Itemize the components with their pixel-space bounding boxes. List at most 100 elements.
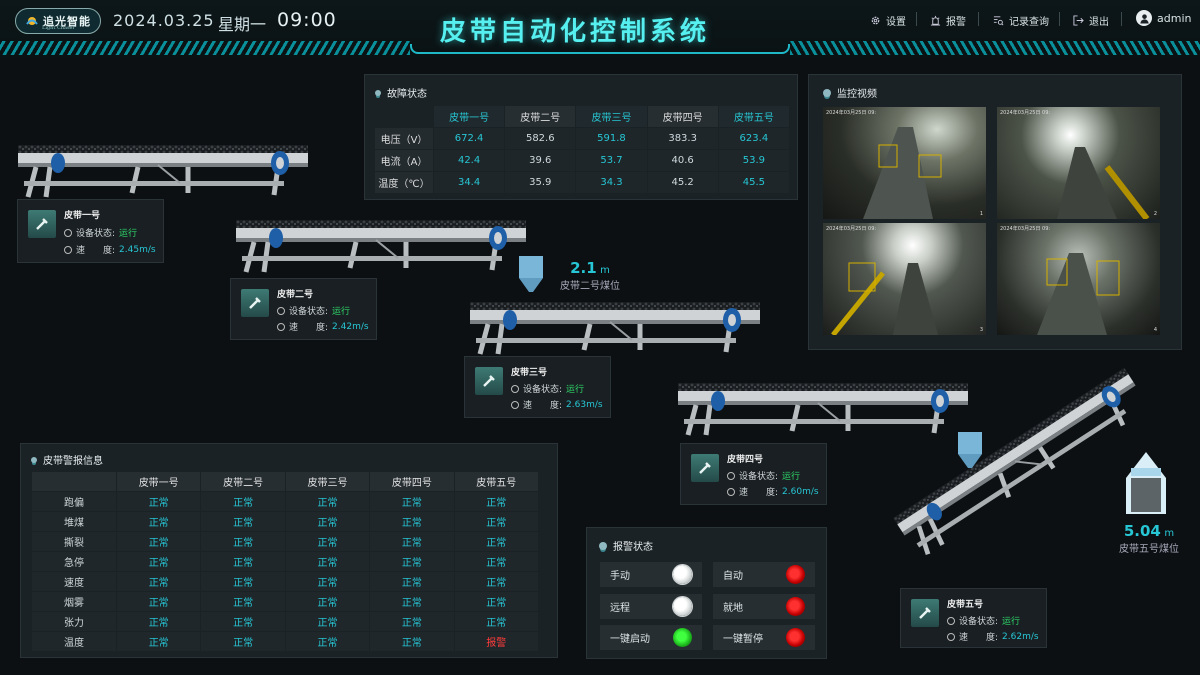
conveyor-belt-5 (893, 368, 1151, 559)
user-menu[interactable]: admin (1136, 10, 1191, 26)
alarm-icon (930, 15, 941, 26)
one-key-start-button[interactable]: 一键启动 (600, 625, 702, 650)
alarm-cell: 正常 (285, 492, 370, 511)
alarm-cell: 正常 (201, 532, 285, 551)
table-cell: 383.3 (647, 128, 718, 149)
table-cell: 45.5 (718, 172, 789, 193)
camera-view-image (1057, 147, 1150, 219)
conveyor-belt-1 (18, 145, 308, 197)
video-feed-4[interactable]: 2024年03月25日 09: 4 (997, 223, 1160, 335)
table-row: 电流（A） 42.4 39.6 53.7 40.6 53.9 (375, 150, 789, 171)
mode-manual[interactable]: 手动 (600, 562, 702, 587)
settings-button[interactable]: 设置 (870, 13, 906, 28)
belt-status: 运行 (566, 385, 585, 395)
alarm-info-title: 皮带警报信息 (43, 456, 103, 467)
current-weekday: 星期一 (218, 15, 267, 34)
belt-card-3[interactable]: 皮带三号 设备状态: 运行 速 度: 2.63m/s (464, 356, 611, 418)
conveyor-belt-3 (470, 302, 760, 354)
table-cell: 34.3 (576, 172, 647, 193)
fault-status-header: 故障状态 (375, 85, 427, 100)
coal-level-label: 皮带二号煤位 (560, 281, 620, 292)
state-label: 一键启动 (610, 634, 650, 645)
table-cell: 34.4 (434, 172, 505, 193)
alarm-cell: 正常 (117, 512, 201, 531)
mode-auto[interactable]: 自动 (713, 562, 815, 587)
alarm-button[interactable]: 报警 (930, 13, 966, 28)
belt-status: 运行 (332, 307, 351, 317)
mode-local[interactable]: 就地 (713, 594, 815, 619)
video-feed-1[interactable]: 2024年03月25日 09: 1 (823, 107, 986, 219)
belt-card-2[interactable]: 皮带二号 设备状态: 运行 速 度: 2.42m/s (230, 278, 377, 340)
column-header: 皮带三号 (576, 106, 647, 127)
header-divider (978, 12, 979, 26)
alarm-cell: 正常 (370, 532, 454, 551)
belt-speed-row: 速 度: 2.45m/s (64, 243, 156, 256)
hopper-icon (958, 432, 982, 468)
belt-card-1[interactable]: 皮带一号 设备状态: 运行 速 度: 2.45m/s (17, 199, 164, 263)
table-cell: 623.4 (718, 128, 789, 149)
row-label: 急停 (32, 552, 116, 571)
table-corner (32, 472, 116, 491)
speed-icon (947, 632, 955, 641)
logout-button[interactable]: 退出 (1073, 13, 1109, 28)
alarm-cell: 正常 (201, 492, 285, 511)
video-timestamp: 2024年03月25日 09: (826, 226, 877, 232)
video-feed-3[interactable]: 2024年03月25日 09: 3 (823, 223, 986, 335)
video-index: 3 (979, 327, 983, 333)
table-header-row: 皮带一号 皮带二号 皮带三号 皮带四号 皮带五号 (375, 106, 789, 127)
table-cell: 40.6 (647, 150, 718, 171)
alarm-label: 报警 (946, 17, 966, 28)
table-cell: 591.8 (576, 128, 647, 149)
table-cell: 582.6 (505, 128, 576, 149)
belt-speed-row: 速 度: 2.63m/s (511, 398, 603, 411)
camera-view-image (863, 127, 942, 219)
belt-status-row: 设备状态: 运行 (64, 226, 137, 239)
hopper-icon (519, 256, 543, 292)
alarm-cell: 正常 (454, 492, 538, 511)
alarm-cell: 正常 (117, 492, 201, 511)
table-cell: 45.2 (647, 172, 718, 193)
record-search-button[interactable]: 记录查询 (993, 13, 1049, 28)
belt-status: 运行 (782, 472, 801, 482)
alarm-cell: 正常 (370, 612, 454, 631)
camera-view-image (831, 262, 938, 335)
belt-speed: 2.60m/s (782, 486, 819, 497)
status-icon (64, 228, 72, 237)
logout-label: 退出 (1089, 17, 1109, 28)
belt-speed: 2.42m/s (332, 321, 369, 332)
video-feed-2[interactable]: 2024年03月25日 09: 2 (997, 107, 1160, 219)
one-key-pause-button[interactable]: 一键暂停 (713, 625, 815, 650)
belt-name: 皮带一号 (64, 211, 101, 221)
user-icon (1139, 13, 1149, 24)
coal-level-value: 2.1 (570, 259, 597, 277)
video-panel-header: 监控视频 (823, 85, 877, 100)
table-cell: 672.4 (434, 128, 505, 149)
row-label: 跑偏 (32, 492, 116, 511)
brand-subtitle: Light Chaser (42, 25, 75, 31)
alarm-cell: 正常 (201, 632, 285, 651)
belt-speed: 2.62m/s (1002, 631, 1039, 642)
alarm-state-header: 报警状态 (599, 538, 653, 553)
column-header: 皮带一号 (117, 472, 201, 491)
table-row: 速度 正常 正常 正常 正常 正常 (32, 572, 538, 591)
table-row: 跑偏 正常 正常 正常 正常 正常 (32, 492, 538, 511)
table-corner (375, 106, 433, 127)
belt-status-row: 设备状态: 运行 (727, 469, 800, 482)
mode-remote[interactable]: 远程 (600, 594, 702, 619)
alarm-cell: 正常 (201, 512, 285, 531)
belt-card-5[interactable]: 皮带五号 设备状态: 运行 速 度: 2.62m/s (900, 588, 1047, 648)
video-index: 4 (1153, 327, 1157, 333)
table-cell: 39.6 (505, 150, 576, 171)
status-icon (277, 306, 285, 315)
alarm-cell: 正常 (454, 612, 538, 631)
table-cell: 53.9 (718, 150, 789, 171)
belt-card-4[interactable]: 皮带四号 设备状态: 运行 速 度: 2.60m/s (680, 443, 827, 505)
indicator-lamp-red (786, 597, 805, 616)
alarm-state-panel: 报警状态 手动 自动 远程 就地 一键启动 一键暂停 (586, 527, 827, 659)
alarm-cell: 正常 (117, 592, 201, 611)
belt-name: 皮带二号 (277, 290, 314, 300)
row-label: 温度 (32, 632, 116, 651)
coal-level-unit: m (600, 265, 610, 276)
fault-status-panel: 故障状态 皮带一号 皮带二号 皮带三号 皮带四号 皮带五号 电压（V） 672.… (364, 74, 798, 200)
table-row: 堆煤 正常 正常 正常 正常 正常 (32, 512, 538, 531)
